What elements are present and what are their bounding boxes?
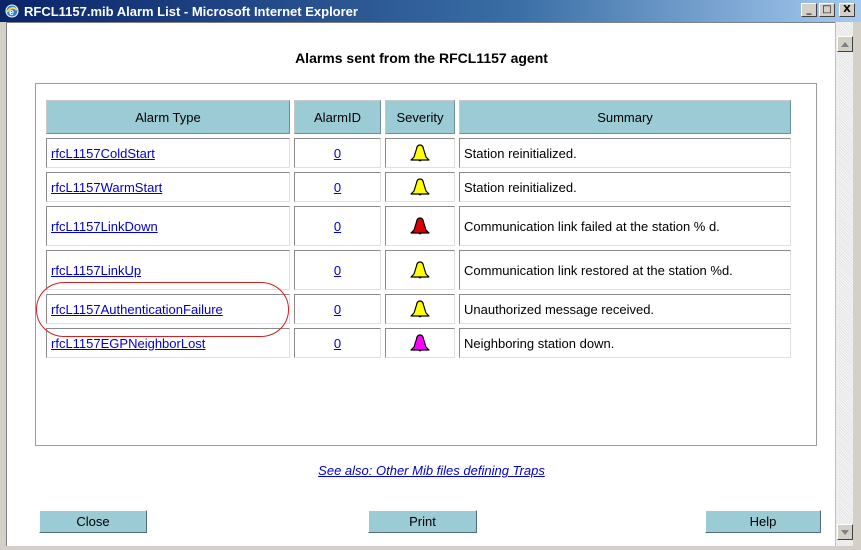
severity-cell [385,172,455,202]
svg-text:e: e [9,7,14,17]
alarm-type-link[interactable]: rfcL1157EGPNeighborLost [51,336,205,351]
table-row: rfcL1157LinkDown 0 Communication link fail… [46,206,791,246]
alarm-id-cell: 0 [294,206,381,246]
bell-red-icon [410,217,430,235]
severity-cell [385,294,455,324]
table-header-row: Alarm Type AlarmID Severity Summary [46,100,791,134]
header-alarm-id: AlarmID [294,100,381,134]
severity-cell [385,328,455,358]
close-icon: X [843,4,851,15]
scroll-down-button[interactable] [837,524,853,540]
summary-cell: Unauthorized message received. [459,294,791,324]
alarm-type-link[interactable]: rfcL1157AuthenticationFailure [51,302,223,317]
table-row: rfcL1157LinkUp 0 Communication link restor… [46,250,791,290]
summary-cell: Neighboring station down. [459,328,791,358]
scroll-up-button[interactable] [837,36,853,52]
severity-cell [385,138,455,168]
alarm-id-link[interactable]: 0 [334,336,341,351]
alarm-table-frame: Alarm Type AlarmID Severity Summary rfcL… [35,83,817,446]
alarm-type-cell: rfcL1157WarmStart [46,172,290,202]
minimize-button[interactable]: _ [801,3,817,17]
summary-cell: Station reinitialized. [459,172,791,202]
title-bar[interactable]: e RFCL1157.mib Alarm List - Microsoft In… [0,0,861,22]
ie-icon: e [4,3,20,19]
close-window-button[interactable]: X [839,3,855,17]
page-content: Alarms sent from the RFCL1157 agent Alar… [6,22,835,546]
window-bottom-border [0,546,861,550]
severity-cell [385,206,455,246]
table-row: rfcL1157AuthenticationFailure 0 Unauthoriz… [46,294,791,324]
header-alarm-type: Alarm Type [46,100,290,134]
alarm-id-cell: 0 [294,172,381,202]
maximize-button[interactable]: □ [819,3,835,17]
page-heading: Alarms sent from the RFCL1157 agent [295,50,548,66]
alarm-id-link[interactable]: 0 [334,146,341,161]
table-row: rfcL1157EGPNeighborLost 0 Neighboring stat… [46,328,791,358]
table-row: rfcL1157WarmStart 0 Station reinitialized. [46,172,791,202]
minimize-icon: _ [806,4,812,15]
alarm-id-link[interactable]: 0 [334,180,341,195]
alarm-id-cell: 0 [294,328,381,358]
see-also-link[interactable]: See also: Other Mib files defining Traps [318,463,545,478]
help-button[interactable]: Help [705,510,821,533]
alarm-type-link[interactable]: rfcL1157LinkUp [51,263,141,278]
close-button[interactable]: Close [39,510,147,533]
summary-cell: Communication link restored at the stati… [459,250,791,290]
alarm-type-cell: rfcL1157LinkDown [46,206,290,246]
see-also-line: See also: Other Mib files defining Traps [1,463,861,478]
alarm-type-link[interactable]: rfcL1157ColdStart [51,146,155,161]
alarm-type-cell: rfcL1157ColdStart [46,138,290,168]
table-row: rfcL1157ColdStart 0 Station reinitialized. [46,138,791,168]
alarm-table: Alarm Type AlarmID Severity Summary rfcL… [42,96,795,362]
alarm-type-cell: rfcL1157AuthenticationFailure [46,294,290,324]
bell-yellow-icon [410,178,430,196]
window-right-border [853,22,861,550]
header-severity: Severity [385,100,455,134]
summary-cell: Station reinitialized. [459,138,791,168]
alarm-type-cell: rfcL1157LinkUp [46,250,290,290]
bell-yellow-icon [410,144,430,162]
arrow-down-icon [841,529,849,535]
bell-magenta-icon [410,334,430,352]
bell-yellow-icon [410,300,430,318]
browser-window: e RFCL1157.mib Alarm List - Microsoft In… [0,0,861,550]
maximize-icon: □ [822,4,832,15]
alarm-id-cell: 0 [294,138,381,168]
severity-cell [385,250,455,290]
alarm-type-link[interactable]: rfcL1157LinkDown [51,219,158,234]
arrow-up-icon [841,41,849,47]
print-button[interactable]: Print [368,510,477,533]
alarm-id-link[interactable]: 0 [334,219,341,234]
bell-yellow-icon [410,261,430,279]
window-controls: _ □ X [801,3,855,17]
window-title: RFCL1157.mib Alarm List - Microsoft Inte… [24,3,358,19]
alarm-id-link[interactable]: 0 [334,302,341,317]
header-summary: Summary [459,100,791,134]
alarm-id-cell: 0 [294,294,381,324]
alarm-type-cell: rfcL1157EGPNeighborLost [46,328,290,358]
vertical-scrollbar[interactable] [835,22,853,546]
alarm-type-link[interactable]: rfcL1157WarmStart [51,180,162,195]
alarm-id-cell: 0 [294,250,381,290]
summary-cell: Communication link failed at the station… [459,206,791,246]
alarm-id-link[interactable]: 0 [334,263,341,278]
